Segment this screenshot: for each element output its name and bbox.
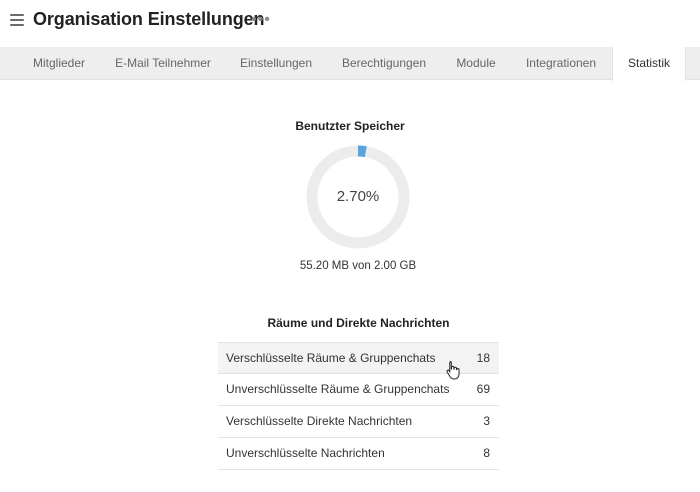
hamburger-menu-icon[interactable] <box>10 14 24 26</box>
storage-title: Benutzter Speicher <box>295 119 405 133</box>
settings-tabs: Mitglieder E-Mail Teilnehmer Einstellung… <box>0 47 700 81</box>
row-label: Unverschlüsselte Nachrichten <box>226 446 385 460</box>
page-header: Organisation Einstellungen ••• <box>0 0 700 44</box>
storage-usage-text: 55.20 MB von 2.00 GB <box>299 260 417 272</box>
tab-module[interactable]: Module <box>442 47 510 80</box>
table-row: Unverschlüsselte Nachrichten 8 <box>218 438 499 470</box>
row-label: Unverschlüsselte Räume & Gruppenchats <box>226 382 450 396</box>
more-options-icon[interactable]: ••• <box>251 11 271 29</box>
tab-einstellungen[interactable]: Einstellungen <box>226 47 326 80</box>
hand-cursor-icon <box>446 361 460 380</box>
row-value: 69 <box>476 382 490 396</box>
page-title: Organisation Einstellungen <box>33 9 265 29</box>
row-value: 8 <box>483 446 490 460</box>
storage-percent: 2.70% <box>336 188 380 205</box>
rooms-title: Räume und Direkte Nachrichten <box>267 316 450 330</box>
table-row: Verschlüsselte Direkte Nachrichten 3 <box>218 406 499 438</box>
tab-integrationen[interactable]: Integrationen <box>514 47 608 80</box>
tab-mitglieder[interactable]: Mitglieder <box>18 47 100 80</box>
tab-statistik[interactable]: Statistik <box>612 47 686 81</box>
row-label: Verschlüsselte Direkte Nachrichten <box>226 414 413 428</box>
tab-berechtigungen[interactable]: Berechtigungen <box>330 47 438 80</box>
row-label: Verschlüsselte Räume & Gruppenchats <box>226 351 436 365</box>
row-value: 3 <box>483 414 490 428</box>
row-value: 18 <box>476 351 490 365</box>
tab-email-teilnehmer[interactable]: E-Mail Teilnehmer <box>104 47 222 80</box>
